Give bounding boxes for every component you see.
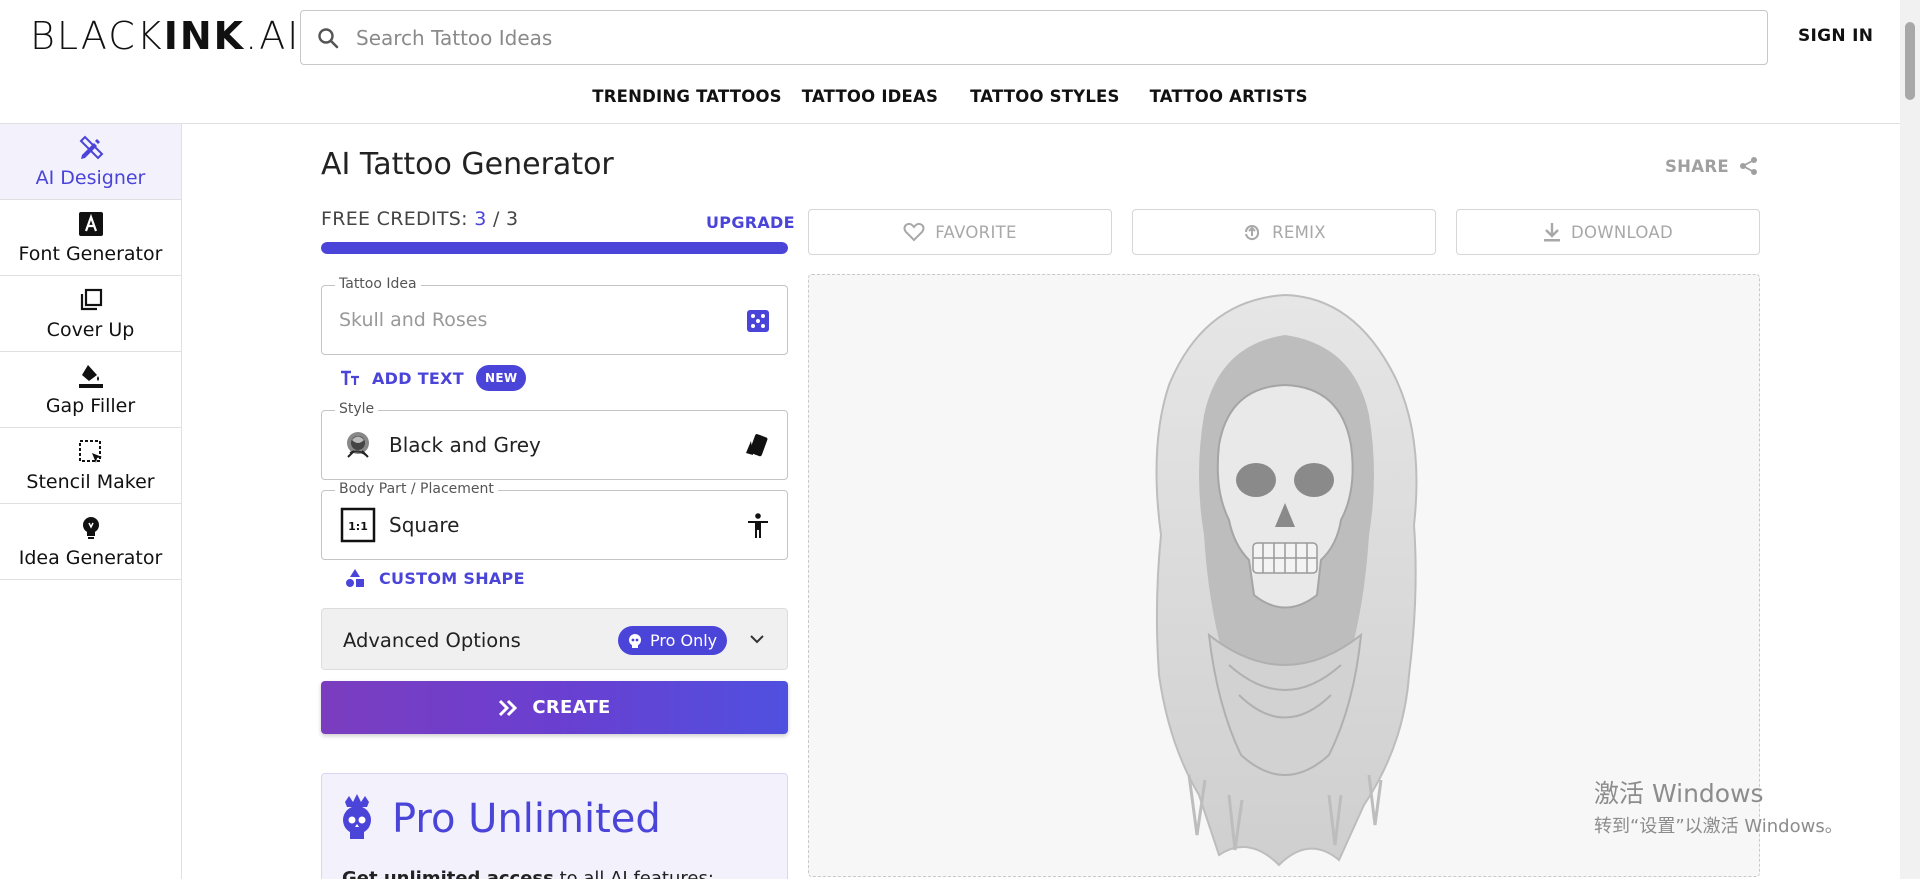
watermark-line-1: 激活 Windows (1594, 779, 1764, 808)
pro-skull-icon (629, 633, 641, 648)
credits-used: 3 (474, 208, 487, 230)
style-label: Style (335, 401, 379, 417)
download-button[interactable]: DOWNLOAD (1456, 209, 1760, 255)
pro-unlimited-card[interactable]: Pro Unlimited Get unlimited access to al… (321, 773, 788, 879)
add-text-button[interactable]: ADD TEXT NEW (340, 365, 527, 391)
add-text-label: ADD TEXT (372, 368, 465, 388)
remix-label: REMIX (1272, 222, 1326, 242)
body-person-icon (748, 513, 768, 538)
lightbulb-icon (78, 515, 104, 541)
remix-button[interactable]: REMIX (1132, 209, 1436, 255)
free-credits: FREE CREDITS: 3 / 3 (321, 208, 518, 230)
sidebar-item-idea-generator[interactable]: Idea Generator (0, 504, 181, 580)
share-button[interactable]: SHARE (1665, 156, 1759, 176)
double-chevron-right-icon (499, 699, 518, 716)
credits-progress-bar (321, 242, 788, 254)
tool-sidebar: AI Designer Font Generator Cover Up Gap … (0, 124, 182, 879)
search-input[interactable] (356, 25, 1767, 50)
text-size-icon (341, 370, 359, 385)
placement-label: Body Part / Placement (335, 481, 498, 497)
search-bar[interactable] (300, 10, 1768, 65)
search-icon (318, 27, 339, 48)
blackink-logo[interactable]: BLACKINK.AI (30, 14, 300, 58)
create-label: CREATE (532, 697, 611, 718)
style-select[interactable]: Style Black and Grey (321, 401, 788, 480)
advanced-options-label: Advanced Options (343, 629, 521, 652)
share-label: SHARE (1665, 156, 1729, 176)
pro-unlimited-title: Pro Unlimited (392, 796, 661, 842)
logo-text-light: BLACK (30, 14, 164, 58)
page-title: AI Tattoo Generator (321, 147, 614, 182)
sidebar-item-gap-filler[interactable]: Gap Filler (0, 352, 181, 428)
tattoo-idea-placeholder: Skull and Roses (339, 309, 488, 331)
download-icon (1543, 223, 1560, 242)
nav-trending-tattoos[interactable]: TRENDING TATTOOS (592, 87, 781, 106)
scrollbar-thumb[interactable] (1905, 22, 1915, 100)
sign-in-link[interactable]: SIGN IN (1798, 26, 1873, 46)
layers-icon (78, 287, 104, 313)
dice-random-icon[interactable] (747, 310, 769, 332)
aspect-ratio-text: 1:1 (348, 520, 368, 533)
credits-progress-fill (321, 242, 788, 254)
windows-activation-watermark: 激活 Windows 转到“设置”以激活 Windows。 (1594, 774, 1843, 838)
upgrade-link[interactable]: UPGRADE (706, 213, 795, 232)
custom-shape-label: CUSTOM SHAPE (379, 568, 525, 588)
nav-tattoo-artists[interactable]: TATTOO ARTISTS (1150, 87, 1308, 106)
shapes-icon (346, 569, 364, 587)
pen-ruler-icon (78, 135, 104, 161)
tattoo-idea-label: Tattoo Idea (335, 276, 421, 292)
credits-label: FREE CREDITS: (321, 208, 468, 230)
sidebar-item-cover-up[interactable]: Cover Up (0, 276, 181, 352)
placement-select[interactable]: Body Part / Placement 1:1 Square (321, 481, 788, 560)
aspect-ratio-thumbnail: 1:1 (340, 507, 376, 543)
sidebar-item-label: Gap Filler (45, 394, 136, 417)
placement-value: Square (389, 513, 460, 537)
pro-desc-rest: to all AI features: (553, 868, 714, 879)
sidebar-item-stencil-maker[interactable]: Stencil Maker (0, 428, 181, 504)
crowned-skull-icon (343, 794, 371, 839)
sidebar-item-label: Idea Generator (18, 546, 163, 569)
sidebar-item-label: Cover Up (46, 318, 135, 341)
download-label: DOWNLOAD (1570, 222, 1674, 242)
share-icon (1739, 157, 1757, 175)
pro-only-label: Pro Only (650, 631, 718, 650)
nav-tattoo-ideas[interactable]: TATTOO IDEAS (802, 87, 938, 106)
pro-desc-bold: Get unlimited access (342, 868, 554, 879)
sidebar-item-ai-designer[interactable]: AI Designer (0, 124, 181, 200)
remix-icon (1245, 225, 1260, 241)
heart-icon (903, 222, 925, 242)
sidebar-item-label: Font Generator (18, 242, 163, 265)
sidebar-item-label: Stencil Maker (26, 470, 155, 493)
style-cards-icon (746, 434, 768, 457)
logo-text-suffix: .AI (245, 14, 301, 58)
chevron-down-icon (750, 635, 764, 644)
nav-tattoo-styles[interactable]: TATTOO STYLES (970, 87, 1120, 106)
sidebar-item-font-generator[interactable]: Font Generator (0, 200, 181, 276)
sidebar-item-label: AI Designer (35, 166, 146, 189)
favorite-label: FAVORITE (935, 222, 1017, 242)
logo-text-bold: INK (163, 14, 246, 58)
font-icon (78, 211, 104, 237)
rose-style-thumbnail (340, 427, 376, 463)
style-value: Black and Grey (389, 433, 541, 457)
new-badge: NEW (476, 365, 527, 391)
select-cursor-icon (78, 439, 104, 465)
pro-unlimited-description: Get unlimited access to all AI features: (342, 868, 714, 879)
credits-total: 3 (505, 208, 519, 230)
credits-separator: / (492, 208, 500, 230)
advanced-options-accordion[interactable]: Advanced Options Pro Only (321, 608, 788, 670)
paint-bucket-icon (78, 363, 104, 389)
create-button[interactable]: CREATE (321, 681, 788, 734)
pro-only-badge: Pro Only (618, 626, 728, 655)
watermark-line-2: 转到“设置”以激活 Windows。 (1594, 816, 1843, 837)
tattoo-idea-field[interactable]: Tattoo Idea Skull and Roses (321, 276, 788, 355)
top-navigation: TRENDING TATTOOS TATTOO IDEAS TATTOO STY… (0, 87, 1900, 106)
page-scrollbar[interactable] (1900, 0, 1920, 879)
favorite-button[interactable]: FAVORITE (808, 209, 1112, 255)
custom-shape-button[interactable]: CUSTOM SHAPE (345, 568, 525, 588)
header-divider (0, 123, 1900, 124)
